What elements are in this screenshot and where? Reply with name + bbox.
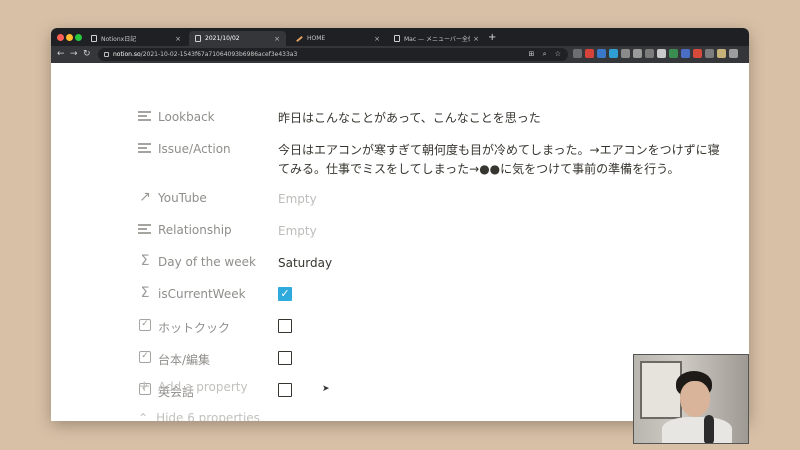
formula-icon: Σ [140,285,150,301]
extension-icon[interactable] [609,49,618,58]
property-name: Issue/Action [158,142,231,156]
minimize-window-button[interactable] [66,34,73,41]
extension-icon[interactable] [633,49,642,58]
mouse-cursor-icon: ➤ [322,384,330,394]
address-bar[interactable]: notion.so/2021-10-02-1543f67a71064093b69… [98,48,568,61]
lock-icon [104,52,109,57]
back-icon[interactable]: ← [57,48,65,61]
page-icon [195,35,201,42]
webcam-window [640,361,682,419]
webcam-overlay [633,354,749,444]
webcam-person-face [680,381,710,417]
tab-notion-diary[interactable]: Notionx日記 × [85,31,187,46]
url-text[interactable]: notion.so/2021-10-02-1543f67a71064093b69… [113,48,297,61]
script-edit-checkbox[interactable] [278,351,292,365]
tab-home[interactable]: HOME × [290,31,386,46]
tab-title: Mac — メニューバー全体を隠すに [404,36,470,43]
microphone-icon [704,415,714,443]
tab-mac-menubar[interactable]: Mac — メニューバー全体を隠すに × [388,31,485,46]
extension-icon[interactable] [657,49,666,58]
tab-title: 2021/10/02 [205,35,240,42]
forward-icon[interactable]: → [70,48,78,61]
page-icon [394,35,400,42]
close-icon[interactable]: × [374,35,380,43]
extension-icon[interactable] [669,49,678,58]
property-name: isCurrentWeek [158,287,246,301]
hide-properties-label: Hide 6 properties [156,411,260,421]
add-property-button[interactable]: + Add a property [138,377,248,395]
add-property-label: Add a property [158,380,248,394]
reload-icon[interactable]: ↻ [83,48,91,61]
checkbox-icon: ✓ [139,319,151,331]
property-name: Relationship [158,223,232,237]
close-icon[interactable]: × [473,35,479,43]
extension-icon[interactable] [585,49,594,58]
hide-properties-button[interactable]: ⌃ Hide 6 properties [138,411,260,421]
extension-icon[interactable] [681,49,690,58]
browser-toolbar: ← → ↻ notion.so/2021-10-02-1543f67a71064… [51,46,749,63]
url-host: notion.so [113,51,141,58]
checkbox-icon: ✓ [139,351,151,363]
maximize-window-button[interactable] [75,34,82,41]
profile-avatar[interactable] [717,49,726,58]
iscurrentweek-checkbox: ✓ [278,287,292,301]
extension-icon[interactable] [645,49,654,58]
property-row-lookback[interactable]: Lookback 昨日はこんなことがあって、こんなことを思った [138,104,738,134]
close-window-button[interactable] [57,34,64,41]
text-icon [138,143,151,156]
english-checkbox[interactable] [278,383,292,397]
more-icon[interactable] [729,49,738,58]
hotcook-checkbox[interactable] [278,319,292,333]
property-value[interactable]: Empty [278,190,723,209]
text-icon [138,111,151,124]
property-row-youtube[interactable]: ↗ YouTube Empty [138,185,738,215]
property-name: Lookback [158,110,215,124]
tab-bar: Notionx日記 × 2021/10/02 × HOME × Mac — メニ… [51,28,749,46]
url-icon: ↗ [139,189,151,205]
property-value: Saturday [278,256,333,270]
url-path: /2021-10-02-1543f67a71064093b6986acef3e4… [140,51,298,58]
property-row-hotcook[interactable]: ✓ ホットクック [138,313,738,343]
webcam-person-body [662,417,732,443]
tab-2021-10-02[interactable]: 2021/10/02 × [189,31,286,46]
new-tab-button[interactable]: + [488,31,496,45]
close-icon[interactable]: × [175,35,181,43]
extensions-bar [573,49,738,58]
extension-icon[interactable] [705,49,714,58]
close-icon[interactable]: × [274,35,280,43]
property-row-iscurrentweek[interactable]: Σ isCurrentWeek ✓ [138,281,738,311]
page-icon [91,35,97,42]
text-icon [138,224,151,237]
property-name: Day of the week [158,255,256,269]
tab-title: Notionx日記 [101,36,137,43]
formula-icon: Σ [140,253,150,269]
property-name: YouTube [158,191,207,205]
extension-icon[interactable] [597,49,606,58]
omnibox-icons[interactable]: ⊞ ⌕ ☆ [528,48,564,61]
property-row-day-of-week[interactable]: Σ Day of the week Saturday [138,249,738,279]
extension-icon[interactable] [693,49,702,58]
property-row-relationship[interactable]: Relationship Empty [138,217,738,247]
extension-icon[interactable] [621,49,630,58]
extension-icon[interactable] [573,49,582,58]
tab-title: HOME [307,35,326,42]
property-value[interactable]: Empty [278,222,723,241]
tools-icon [296,35,303,42]
chevron-up-icon: ⌃ [138,411,149,421]
property-name: ホットクック [158,321,231,335]
property-value[interactable]: 昨日はこんなことがあって、こんなことを思った [278,109,723,128]
property-name: 台本/編集 [158,353,211,367]
property-row-issue-action[interactable]: Issue/Action 今日はエアコンが寒すぎて朝何度も目が冷めてしまった。→… [138,136,738,184]
plus-icon: + [138,377,151,395]
property-value[interactable]: 今日はエアコンが寒すぎて朝何度も目が冷めてしまった。→エアコンをつけずに寝てみる… [278,141,723,179]
